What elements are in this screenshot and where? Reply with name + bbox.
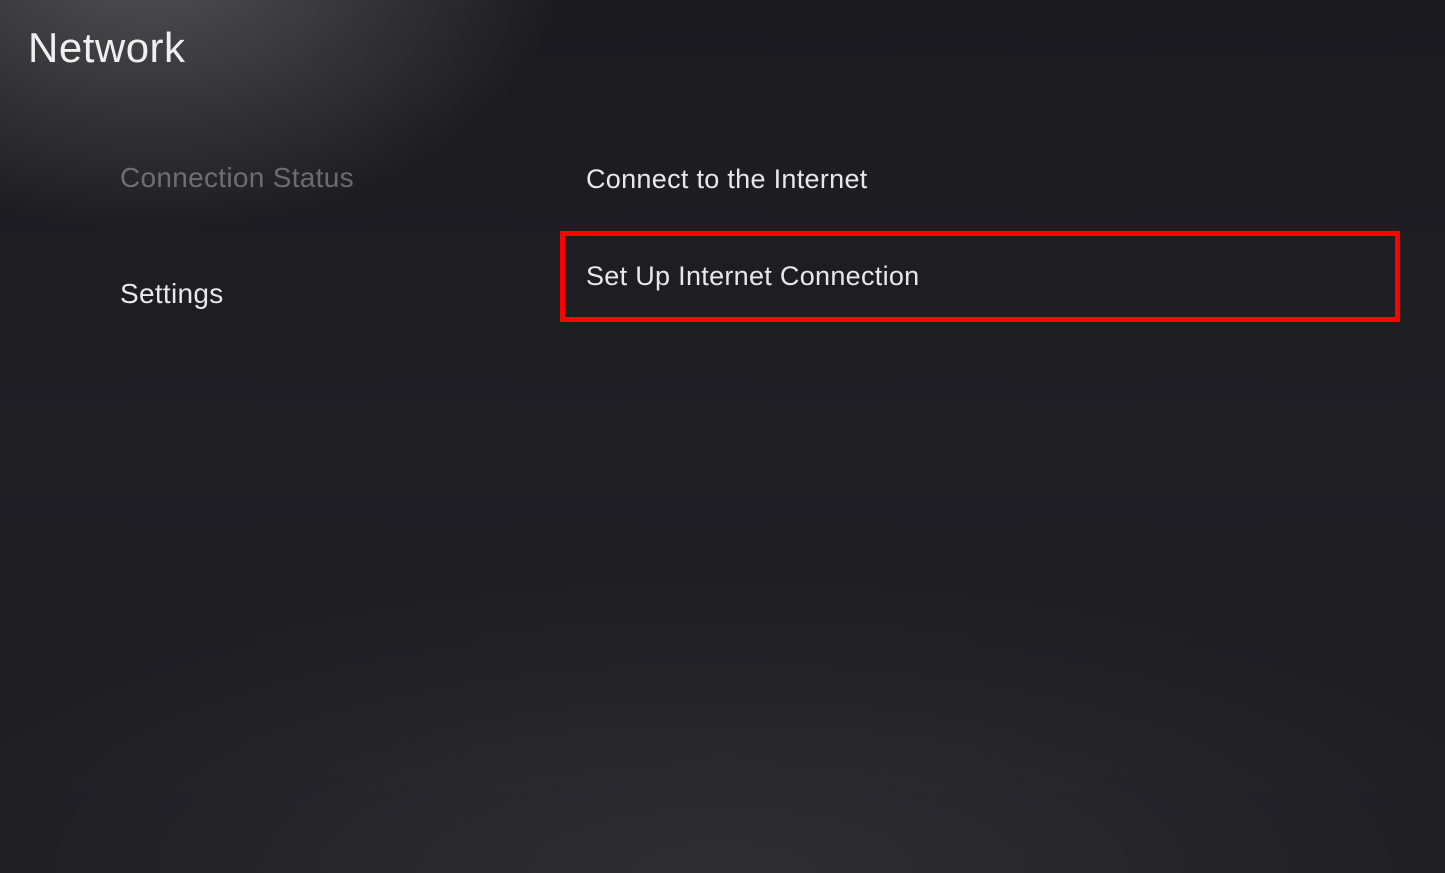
content-item-setup-connection[interactable]: Set Up Internet Connection: [560, 231, 1400, 322]
page-title: Network: [28, 24, 186, 72]
sidebar: Connection Status Settings: [120, 150, 500, 382]
sidebar-item-connection-status[interactable]: Connection Status: [120, 150, 500, 206]
content-panel: Connect to the Internet Set Up Internet …: [560, 134, 1400, 322]
sidebar-item-settings[interactable]: Settings: [120, 266, 500, 322]
content-item-connect-internet[interactable]: Connect to the Internet: [560, 134, 1400, 225]
